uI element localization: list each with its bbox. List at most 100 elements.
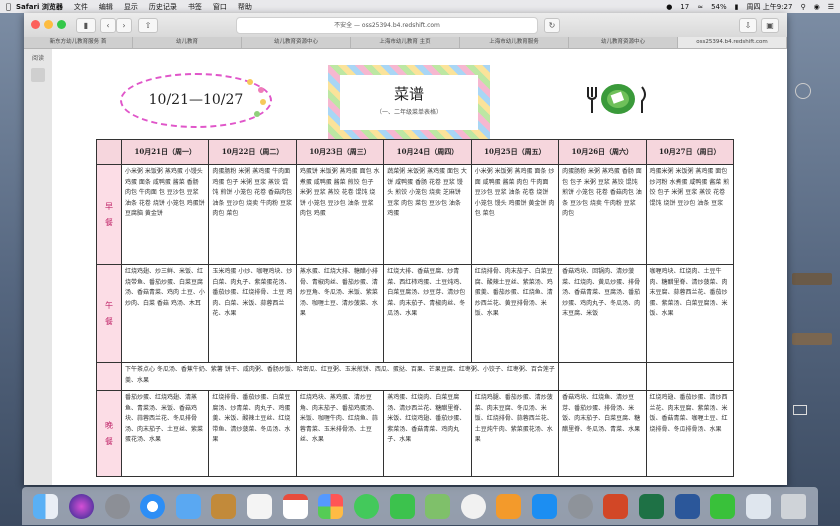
header-cell: 10月26日（周六）: [558, 139, 647, 165]
table-cell: 蒸鸡蛋、红烧肉、白菜豆腐汤、清炒西兰花、糖醋里脊、米饭、红烧鸡翅、番茄炒蛋、紫菜…: [383, 390, 472, 477]
header-cell: [96, 139, 122, 165]
menu-app-name[interactable]: Safari 浏览器: [16, 2, 63, 12]
wifi-icon[interactable]: ≈: [697, 3, 703, 11]
settings-icon[interactable]: [567, 493, 593, 519]
calendar-icon[interactable]: [282, 493, 308, 519]
reminders-icon[interactable]: [247, 493, 273, 519]
flower-icon: [247, 79, 253, 85]
sidebar-thumbnail[interactable]: [31, 68, 45, 82]
menu-bookmarks[interactable]: 书签: [188, 2, 202, 12]
launchpad-icon[interactable]: [104, 493, 130, 519]
powerpoint-icon[interactable]: [603, 493, 629, 519]
sidebar-label[interactable]: 阅读: [24, 53, 52, 62]
tab-item[interactable]: 上海市幼儿教育服务: [460, 37, 569, 48]
menubar-clock[interactable]: 周四 上午9:27: [747, 2, 793, 12]
zoom-button[interactable]: [57, 20, 66, 29]
header-cell: 10月27日（周日）: [645, 139, 735, 165]
table-cell: 蒸水蛋、红烧大排、糖醋小排骨、青椒肉丝、番茄炒蛋、清炒豆角、冬瓜汤、米饭、紫菜汤…: [295, 264, 385, 363]
header-cell: 10月22日（周二）: [208, 139, 297, 165]
reading-sidebar: 阅读: [24, 49, 53, 485]
tab-item[interactable]: 幼儿教育资源中心: [242, 37, 351, 48]
desktop-thumbnail[interactable]: [792, 273, 832, 285]
table-cell: 鸡蛋米粥 米饭粥 蒸鸡蛋 面包 炒河粉 水煮蛋 咸鸭蛋 酱菜 煎饺 包子 米粥 …: [645, 164, 735, 265]
user-icon[interactable]: [795, 83, 811, 99]
spotlight-icon[interactable]: ⚲: [800, 3, 805, 11]
title-frame: 菜谱 （一、二年级菜单表格）: [328, 65, 490, 140]
header-cell: 10月21日（周一）: [120, 139, 210, 165]
table-cell: [645, 362, 735, 391]
desktop-thumbnail[interactable]: [792, 333, 832, 345]
table-cell: 红烧大排、香菇豆腐、炒青菜、西红柿鸡蛋、土豆炖鸡、白菜豆腐汤、炒豆芽、清炒包菜、…: [383, 264, 472, 363]
title-inner: 菜谱 （一、二年级菜单表格）: [340, 75, 478, 130]
table-cell: 香菇鸡块、回锅肉、清炒菠菜、红烧肉、黄瓜炒蛋、排骨汤、香菇青菜、豆腐汤、番茄炒蛋…: [558, 264, 647, 363]
menu-window[interactable]: 窗口: [213, 2, 227, 12]
page-content: 10/21—10/27 菜谱 （一、二年级菜单表格） 10月21日（周一） 10…: [52, 49, 787, 485]
photos-icon[interactable]: [318, 493, 344, 519]
dinner-row: 晚 餐 番茄炒蛋、红烧鸡翅、清蒸鱼、青菜汤、米饭、香菇鸡块、蒜蓉西兰花、冬瓜排骨…: [96, 390, 735, 477]
minimize-button[interactable]: [44, 20, 53, 29]
menu-history[interactable]: 历史记录: [149, 2, 177, 12]
tab-item[interactable]: 幼儿教育资源中心: [569, 37, 678, 48]
reload-icon[interactable]: ↻: [544, 18, 560, 33]
wechat-status-icon[interactable]: ●: [666, 3, 672, 11]
preview-icon[interactable]: [745, 493, 771, 519]
tab-item[interactable]: 上海市幼儿教育 主页: [351, 37, 460, 48]
mail-icon[interactable]: [175, 493, 201, 519]
date-oval: 10/21—10/27: [120, 73, 272, 128]
forward-icon[interactable]: ›: [116, 18, 132, 33]
header-cell: 10月25日（周五）: [470, 139, 560, 165]
menu-help[interactable]: 帮助: [238, 2, 252, 12]
tab-item-active[interactable]: oss25394.b4.redshift.com: [678, 37, 787, 48]
desktop-side-strip: [787, 13, 840, 487]
flower-icon: [254, 111, 260, 117]
tabs-overview-icon[interactable]: ▣: [761, 18, 779, 33]
battery-icon[interactable]: ▮: [735, 3, 739, 11]
maps-icon[interactable]: [425, 493, 451, 519]
download-icon[interactable]: ⇩: [739, 18, 757, 33]
appstore-icon[interactable]: [532, 493, 558, 519]
ibooks-icon[interactable]: [496, 493, 522, 519]
dinner-label: 晚 餐: [96, 390, 122, 477]
titlebar: ▮ ‹ › ⇧ 不安全 — oss25394.b4.redshift.com ↻…: [24, 13, 787, 38]
table-cell: 肉蛋肠粉 米粥 蒸鸡蛋 牛肉面 鸡蛋 包子 米粥 豆浆 蒸饺 馄饨 煎饼 小笼包…: [208, 164, 297, 265]
tab-item[interactable]: 幼儿教育: [133, 37, 242, 48]
messages-icon[interactable]: [353, 493, 379, 519]
menu-table: 10月21日（周一） 10月22日（周二） 10月23日（周三） 10月24日（…: [96, 139, 735, 477]
page-title: 菜谱: [393, 85, 424, 103]
apple-icon[interactable]: : [6, 2, 16, 11]
share-icon[interactable]: ⇧: [138, 18, 158, 33]
url-field[interactable]: 不安全 — oss25394.b4.redshift.com: [236, 17, 538, 34]
trash-icon[interactable]: [781, 493, 807, 519]
menu-edit[interactable]: 编辑: [99, 2, 113, 12]
safari-icon[interactable]: [140, 493, 166, 519]
notes-icon[interactable]: [211, 493, 237, 519]
table-cell: 红烧鸡翅、番茄炒蛋、清炒西兰花、肉末豆腐、紫菜汤、米饭、香菇青菜、咖喱土豆、红烧…: [645, 390, 735, 477]
tab-item[interactable]: 新东方幼儿教育服务 首: [24, 37, 133, 48]
back-icon[interactable]: ‹: [100, 18, 116, 33]
menu-file[interactable]: 文件: [74, 2, 88, 12]
header-row: 10月21日（周一） 10月22日（周二） 10月23日（周三） 10月24日（…: [96, 139, 735, 165]
lunch-row: 午 餐 红烧鸡翅、炒三鲜、米饭、红烧带鱼、番茄炒蛋、白菜豆腐汤、香菇青菜、鸡肉 …: [96, 264, 735, 363]
page-subtitle: （一、二年级菜单表格）: [375, 109, 442, 116]
word-icon[interactable]: [674, 493, 700, 519]
siri-icon[interactable]: ◉: [814, 3, 820, 11]
snack-row: 下午茶点心 冬瓜汤、香蕉牛奶、紫薯 饼干、咸肉粥、香肠炒饭、哈密瓜、红豆粥、玉米…: [96, 362, 735, 391]
menu-view[interactable]: 显示: [124, 2, 138, 12]
finder-icon[interactable]: [33, 493, 59, 519]
snack-cell: 下午茶点心 冬瓜汤、香蕉牛奶、紫薯 饼干、咸肉粥、香肠炒饭、哈密瓜、红豆粥、玉米…: [120, 362, 560, 391]
excel-icon[interactable]: [638, 493, 664, 519]
wechat-icon[interactable]: [710, 493, 736, 519]
close-button[interactable]: [31, 20, 40, 29]
facetime-icon[interactable]: [389, 493, 415, 519]
table-cell: 玉米鸡蛋 小炒、咖喱鸡块、炒白菜、肉丸子、紫菜蛋花汤、番茄炒蛋、红烧排骨、土豆 …: [208, 264, 297, 363]
siri-icon[interactable]: [68, 493, 94, 519]
table-cell: 鸡蛋饼 米饭粥 蒸鸡蛋 面包 水煮蛋 咸鸭蛋 酱菜 煎饺 包子 米粥 豆浆 蒸饺…: [295, 164, 385, 265]
notification-center-icon[interactable]: ☰: [828, 3, 834, 11]
sidebar-toggle-icon[interactable]: ▮: [76, 18, 96, 33]
table-cell: 红烧排骨、肉末茄子、白菜豆腐、酸辣土豆丝、紫菜汤、鸡蛋羹、番茄炒蛋、红烧鱼、清炒…: [470, 264, 560, 363]
battery-percent: 54%: [711, 2, 727, 11]
table-cell: 红烧鸡翅、炒三鲜、米饭、红烧带鱼、番茄炒蛋、白菜豆腐汤、香菇青菜、鸡肉 土豆、小…: [120, 264, 210, 363]
itunes-icon[interactable]: [460, 493, 486, 519]
date-range: 10/21—10/27: [148, 92, 244, 108]
camera-icon[interactable]: [793, 405, 807, 415]
